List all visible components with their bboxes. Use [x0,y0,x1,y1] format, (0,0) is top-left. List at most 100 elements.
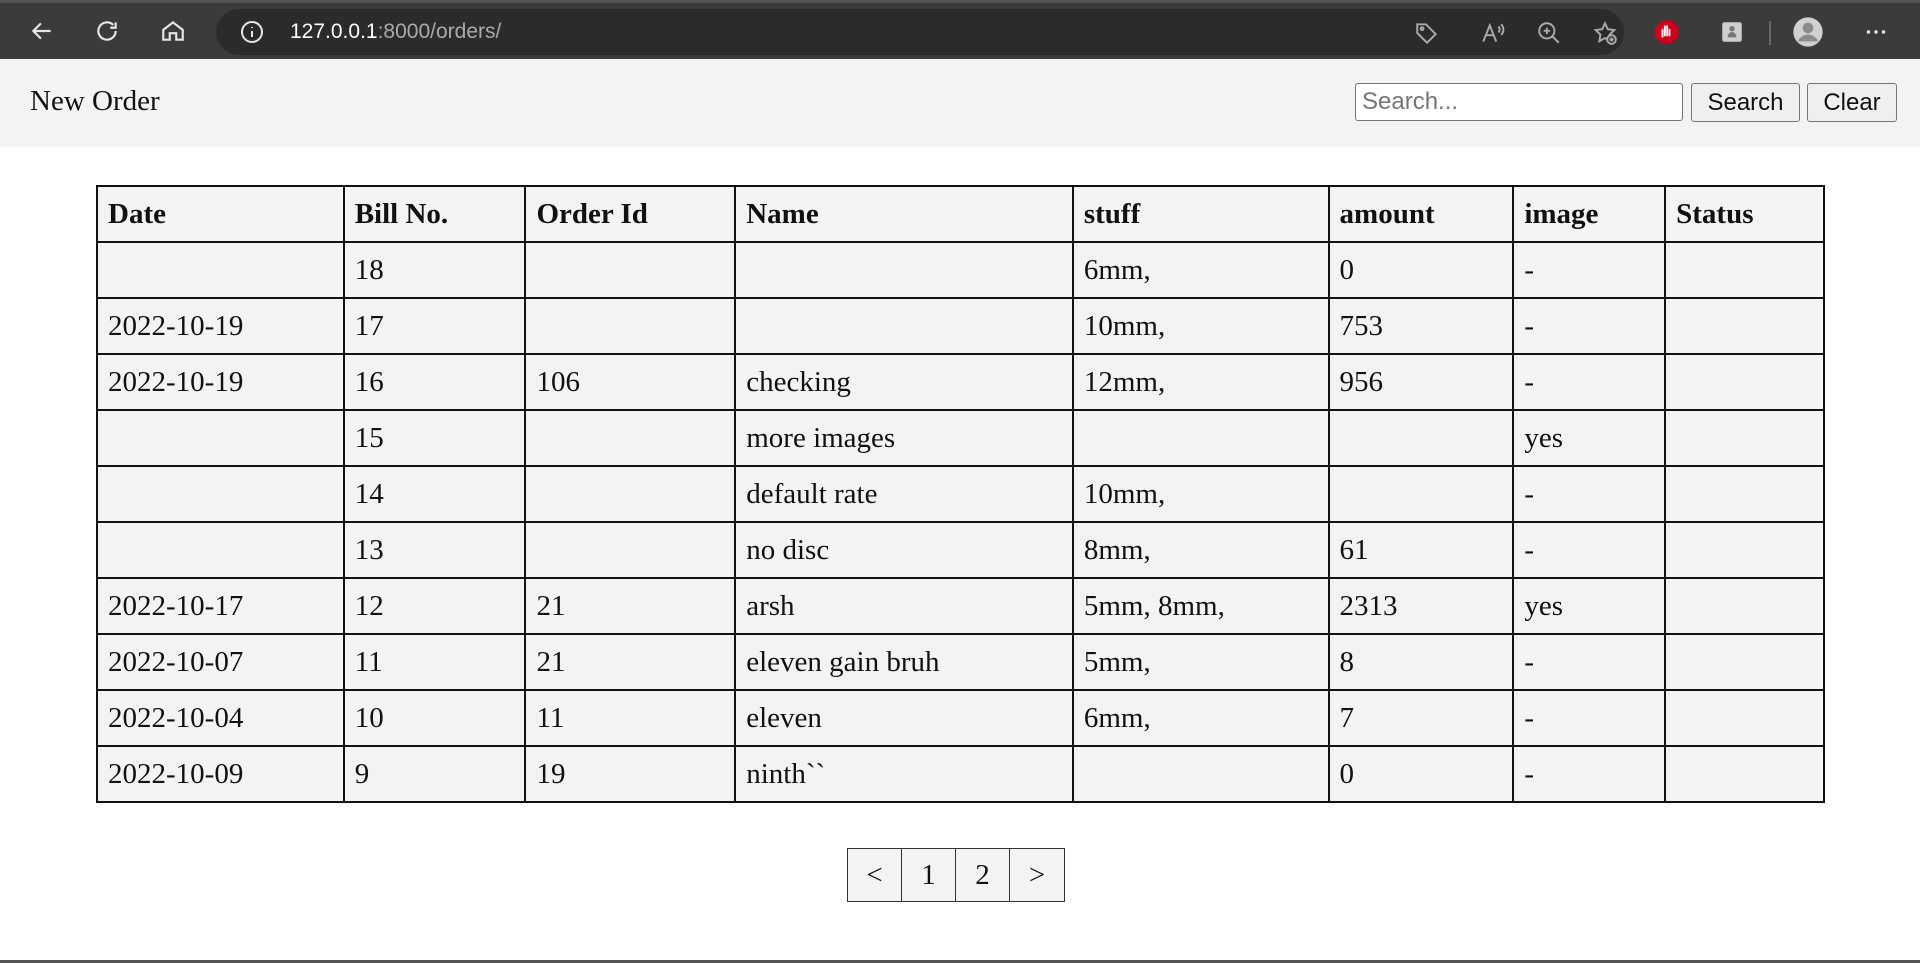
table-row: 2022-10-09 9 19 ninth`` 0- [96,745,1825,803]
more-options-button[interactable] [1860,16,1892,48]
table-cell: default rate [734,465,1074,523]
table-cell [1071,409,1330,467]
table-cell [524,297,737,355]
table-cell: 753 [1327,297,1515,355]
table-cell [524,465,737,523]
table-cell [1664,633,1825,691]
profile-avatar-icon [1793,17,1823,47]
add-favorite-icon[interactable] [1592,20,1618,46]
home-button[interactable] [153,11,193,51]
table-cell: 2022-10-17 [96,577,345,635]
table-cell: 0 [1327,241,1515,299]
table-cell: more images [734,409,1074,467]
table-cell: checking [734,353,1074,411]
table-cell: 5mm, 8mm, [1071,577,1330,635]
url-host: 127.0.0.1 [290,20,378,43]
info-icon[interactable] [240,20,264,44]
column-header: stuff [1071,185,1330,243]
read-aloud-icon[interactable] [1480,20,1506,46]
column-header: Date [96,185,345,243]
pagination: < 1 2 > [847,848,1065,902]
table-cell [96,465,345,523]
page-2-button[interactable]: 2 [956,849,1010,901]
table-cell [1664,241,1825,299]
table-cell: 10mm, [1071,465,1330,523]
column-header: Name [734,185,1074,243]
orders-table: Date Bill No. Order Id Name stuff amount image… [96,185,1825,803]
adblock-extension-icon[interactable] [1650,16,1682,48]
table-cell: 2022-10-09 [96,745,345,803]
table-row: 2022-10-19 16 106 checking 12mm, 956- [96,353,1825,411]
table-cell [1664,521,1825,579]
table-cell: 7 [1327,689,1515,747]
column-header: Order Id [524,185,737,243]
table-cell: 11 [342,633,527,691]
table-cell: - [1512,241,1667,299]
toolbar-divider [1769,21,1771,45]
table-cell: 2022-10-04 [96,689,345,747]
back-button[interactable] [22,11,62,51]
column-header: amount [1327,185,1515,243]
table-cell [1071,745,1330,803]
table-cell [524,521,737,579]
next-page-button[interactable]: > [1010,849,1064,901]
table-cell: eleven [734,689,1074,747]
zoom-icon[interactable] [1536,20,1562,46]
table-cell: - [1512,633,1667,691]
table-cell: - [1512,689,1667,747]
table-cell: 10mm, [1071,297,1330,355]
table-cell: 6mm, [1071,689,1330,747]
address-bar[interactable]: 127.0.0.1:8000/orders/ [216,9,1624,55]
page-1-button[interactable]: 1 [902,849,956,901]
table-cell [734,297,1074,355]
table-cell [1664,745,1825,803]
search-input[interactable] [1355,83,1683,121]
page-header: New Order Search Clear [0,59,1920,147]
table-cell: 19 [524,745,737,803]
url-path: :8000/orders/ [377,20,502,43]
table-cell: 10 [342,689,527,747]
table-cell [1664,297,1825,355]
table-cell [1664,689,1825,747]
table-cell: 14 [342,465,527,523]
column-header: Status [1664,185,1825,243]
url-text[interactable]: 127.0.0.1:8000/orders/ [290,20,501,44]
refresh-button[interactable] [87,11,127,51]
extension-icon[interactable] [1716,16,1748,48]
table-cell: eleven gain bruh [734,633,1074,691]
table-row: 2022-10-17 12 21 arsh 5mm, 8mm, 2313 yes [96,577,1825,635]
table-body: 18 6mm, 0-2022-10-19 17 10mm, 753-2022-10-19 1… [96,241,1825,803]
refresh-icon [97,21,117,41]
table-row: 2022-10-19 17 10mm, 753- [96,297,1825,355]
table-cell: yes [1512,409,1667,467]
table-header-row: Date Bill No. Order Id Name stuff amount image… [96,185,1825,243]
table-cell [96,241,345,299]
table-cell [734,241,1074,299]
table-cell: 8mm, [1071,521,1330,579]
table-row: 15 more images yes [96,409,1825,467]
table-cell [1327,409,1515,467]
table-cell [524,241,737,299]
table-cell: 21 [524,577,737,635]
table-cell: 13 [342,521,527,579]
column-header: image [1512,185,1667,243]
table-cell: 15 [342,409,527,467]
table-row: 2022-10-04 10 11 eleven 6mm, 7- [96,689,1825,747]
ellipsis-icon [1866,30,1886,34]
new-order-link[interactable]: New Order [30,85,160,118]
home-icon [162,20,184,41]
table-row: 14 default rate 10mm, - [96,465,1825,523]
table-cell: arsh [734,577,1074,635]
table-cell: - [1512,521,1667,579]
tag-icon[interactable] [1414,20,1440,46]
profile-button[interactable] [1792,16,1824,48]
table-cell [1664,465,1825,523]
browser-toolbar: 127.0.0.1:8000/orders/ [0,0,1920,59]
search-button[interactable]: Search [1691,83,1800,122]
prev-page-button[interactable]: < [848,849,902,901]
table-cell: - [1512,297,1667,355]
table-cell: 16 [342,353,527,411]
table-row: 18 6mm, 0- [96,241,1825,299]
table-cell: 2022-10-19 [96,297,345,355]
clear-button[interactable]: Clear [1807,83,1897,122]
